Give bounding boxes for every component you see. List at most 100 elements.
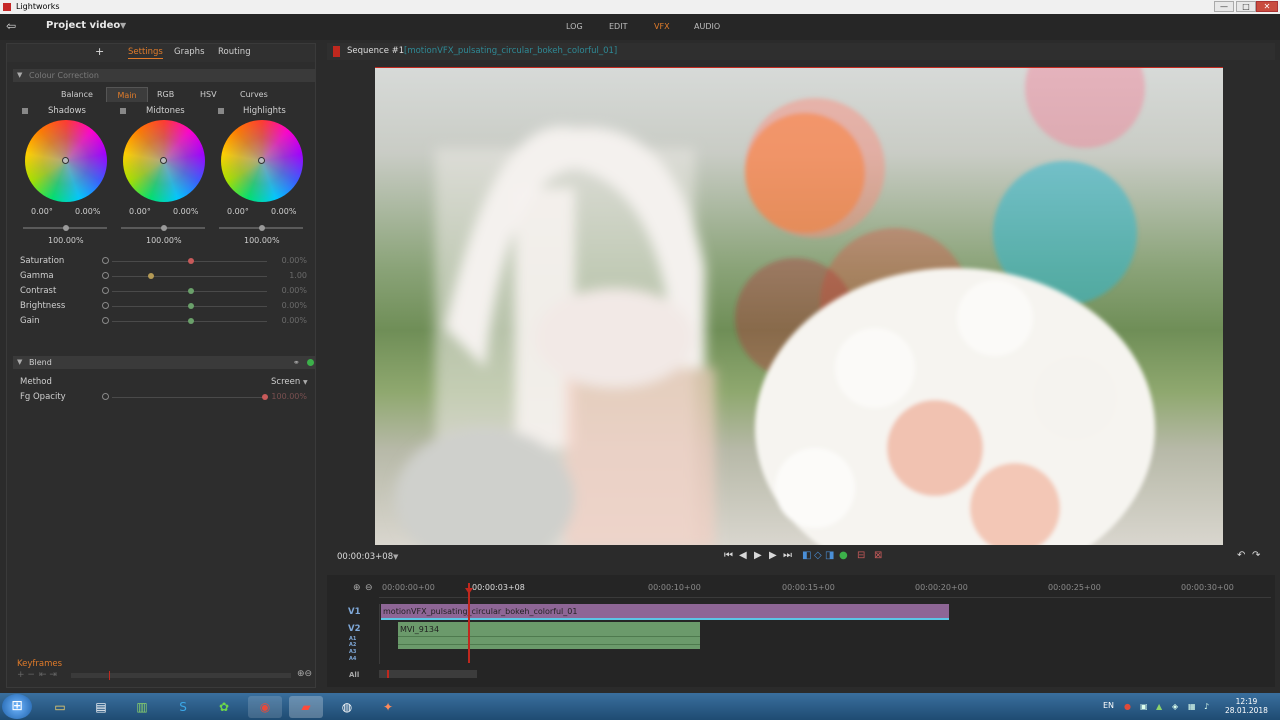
clear-marks-icon[interactable]: ◇ — [814, 550, 822, 561]
collapse-triangle-icon[interactable]: ▼ — [17, 358, 22, 366]
step-back-icon[interactable]: ◀ — [739, 550, 747, 561]
skype-icon[interactable]: S — [166, 696, 200, 718]
app-icon[interactable]: ▥ — [125, 696, 159, 718]
prev-keyframe-icon[interactable]: ⇤ ⇥ — [39, 670, 57, 680]
document-icon[interactable]: ▤ — [84, 696, 118, 718]
shadows-hue-value[interactable]: 0.00° — [31, 207, 53, 216]
colour-correction-header[interactable]: ▼ Colour Correction — [13, 69, 315, 82]
slider-knob[interactable] — [188, 303, 194, 309]
tray-app-icon[interactable]: ● — [1124, 702, 1133, 711]
replace-icon[interactable]: ⊠ — [874, 550, 882, 561]
subtab-curves[interactable]: Curves — [240, 90, 268, 99]
shadows-level-slider[interactable] — [23, 225, 107, 231]
tray-app-icon[interactable]: ▣ — [1140, 702, 1149, 711]
network-icon[interactable]: ▦ — [1188, 702, 1197, 711]
chevron-down-icon[interactable]: ▼ — [120, 21, 126, 30]
playhead-handle-icon[interactable] — [465, 588, 473, 594]
reset-icon[interactable] — [102, 272, 109, 279]
tray-clock[interactable]: 12:19 28.01.2018 — [1225, 697, 1268, 715]
reset-icon[interactable] — [102, 287, 109, 294]
wheel-center-handle[interactable] — [258, 157, 265, 164]
go-to-end-icon[interactable]: ⏭ — [783, 550, 792, 561]
tab-graphs[interactable]: Graphs — [174, 47, 205, 57]
reset-icon[interactable] — [102, 393, 109, 400]
insert-icon[interactable]: ⊟ — [857, 550, 865, 561]
subtab-hsv[interactable]: HSV — [200, 90, 217, 99]
blend-header[interactable]: ▼ Blend ⚭ — [13, 356, 315, 369]
link-icon[interactable]: ⚭ — [293, 358, 300, 367]
brightness-slider[interactable] — [112, 303, 267, 309]
step-forward-icon[interactable]: ▶ — [769, 550, 777, 561]
start-button[interactable]: ⊞ — [2, 694, 32, 719]
fg-opacity-slider[interactable] — [112, 394, 268, 400]
highlights-level-slider[interactable] — [219, 225, 303, 231]
sequence-title[interactable]: Sequence #1 — [347, 46, 404, 56]
slider-knob[interactable] — [161, 225, 167, 231]
tab-routing[interactable]: Routing — [218, 47, 251, 57]
play-icon[interactable]: ▶ — [754, 550, 762, 561]
tray-app-icon[interactable]: ▲ — [1156, 702, 1165, 711]
tab-audio[interactable]: AUDIO — [694, 22, 720, 31]
collapse-triangle-icon[interactable]: ▼ — [17, 71, 22, 79]
midtones-hue-value[interactable]: 0.00° — [129, 207, 151, 216]
file-explorer-icon[interactable]: ▭ — [43, 696, 77, 718]
slider-knob[interactable] — [148, 273, 154, 279]
slider-knob[interactable] — [188, 258, 194, 264]
track-all-label[interactable]: All — [349, 671, 359, 679]
midtones-color-wheel[interactable] — [123, 120, 205, 202]
chevron-down-icon[interactable]: ▼ — [393, 553, 398, 561]
timeline-scrollbar[interactable] — [379, 670, 477, 678]
timeline-playhead[interactable] — [468, 583, 470, 663]
tray-app-icon[interactable]: ◈ — [1172, 702, 1181, 711]
track-v2-label[interactable]: V2 — [348, 624, 361, 634]
go-to-start-icon[interactable]: ⏮ — [724, 550, 733, 561]
highlights-color-wheel[interactable] — [221, 120, 303, 202]
undo-icon[interactable]: ↶ — [1237, 550, 1245, 561]
highlights-sat-value[interactable]: 0.00% — [271, 207, 296, 216]
track-a4-label[interactable]: A4 — [349, 656, 356, 662]
track-v1-label[interactable]: V1 — [348, 607, 361, 617]
reset-icon[interactable] — [102, 257, 109, 264]
zoom-in-icon[interactable]: ⊕ — [353, 583, 361, 593]
zoom-icon[interactable]: ⊕⊖ — [297, 669, 312, 679]
close-button[interactable]: ✕ — [1256, 1, 1278, 12]
redo-icon[interactable]: ↷ — [1252, 550, 1260, 561]
clip-v1[interactable]: motionVFX_pulsating_circular_bokeh_color… — [381, 604, 949, 620]
track-a2-label[interactable]: A2 — [349, 642, 356, 648]
obs-icon[interactable]: ◍ — [330, 696, 364, 718]
highlights-hue-value[interactable]: 0.00° — [227, 207, 249, 216]
slider-knob[interactable] — [188, 288, 194, 294]
add-keyframe-icon[interactable]: + − — [17, 670, 35, 680]
wheel-center-handle[interactable] — [160, 157, 167, 164]
gamma-value[interactable]: 1.00 — [267, 271, 307, 280]
reset-icon[interactable] — [102, 302, 109, 309]
record-icon[interactable]: ● — [839, 550, 848, 561]
exit-project-icon[interactable]: ⇦ — [6, 19, 24, 33]
keyframe-track[interactable] — [71, 673, 291, 678]
reset-icon[interactable] — [102, 317, 109, 324]
track-a3-label[interactable]: A3 — [349, 649, 356, 655]
minimize-button[interactable]: — — [1214, 1, 1234, 12]
chrome-icon[interactable]: ◉ — [248, 696, 282, 718]
icq-icon[interactable]: ✿ — [207, 696, 241, 718]
midtones-level-slider[interactable] — [121, 225, 205, 231]
mark-in-icon[interactable]: ◧ — [802, 550, 811, 561]
slider-knob[interactable] — [259, 225, 265, 231]
mark-out-icon[interactable]: ◨ — [825, 550, 834, 561]
language-indicator[interactable]: EN — [1103, 701, 1114, 710]
shadows-sat-value[interactable]: 0.00% — [75, 207, 100, 216]
viewer-timecode[interactable]: 00:00:03+08 — [337, 552, 393, 562]
gain-value[interactable]: 0.00% — [267, 316, 307, 325]
clip-v2[interactable]: MVI_9134 — [398, 622, 700, 649]
subtab-balance[interactable]: Balance — [61, 90, 93, 99]
tab-edit[interactable]: EDIT — [609, 22, 627, 31]
saturation-slider[interactable] — [112, 258, 267, 264]
brightness-value[interactable]: 0.00% — [267, 301, 307, 310]
midtones-sat-value[interactable]: 0.00% — [173, 207, 198, 216]
saturation-value[interactable]: 0.00% — [267, 256, 307, 265]
add-effect-button[interactable]: + — [95, 45, 104, 58]
project-name[interactable]: Project video — [46, 20, 120, 31]
fg-opacity-value[interactable]: 100.00% — [267, 392, 307, 401]
shadows-color-wheel[interactable] — [25, 120, 107, 202]
maximize-button[interactable]: □ — [1236, 1, 1256, 12]
